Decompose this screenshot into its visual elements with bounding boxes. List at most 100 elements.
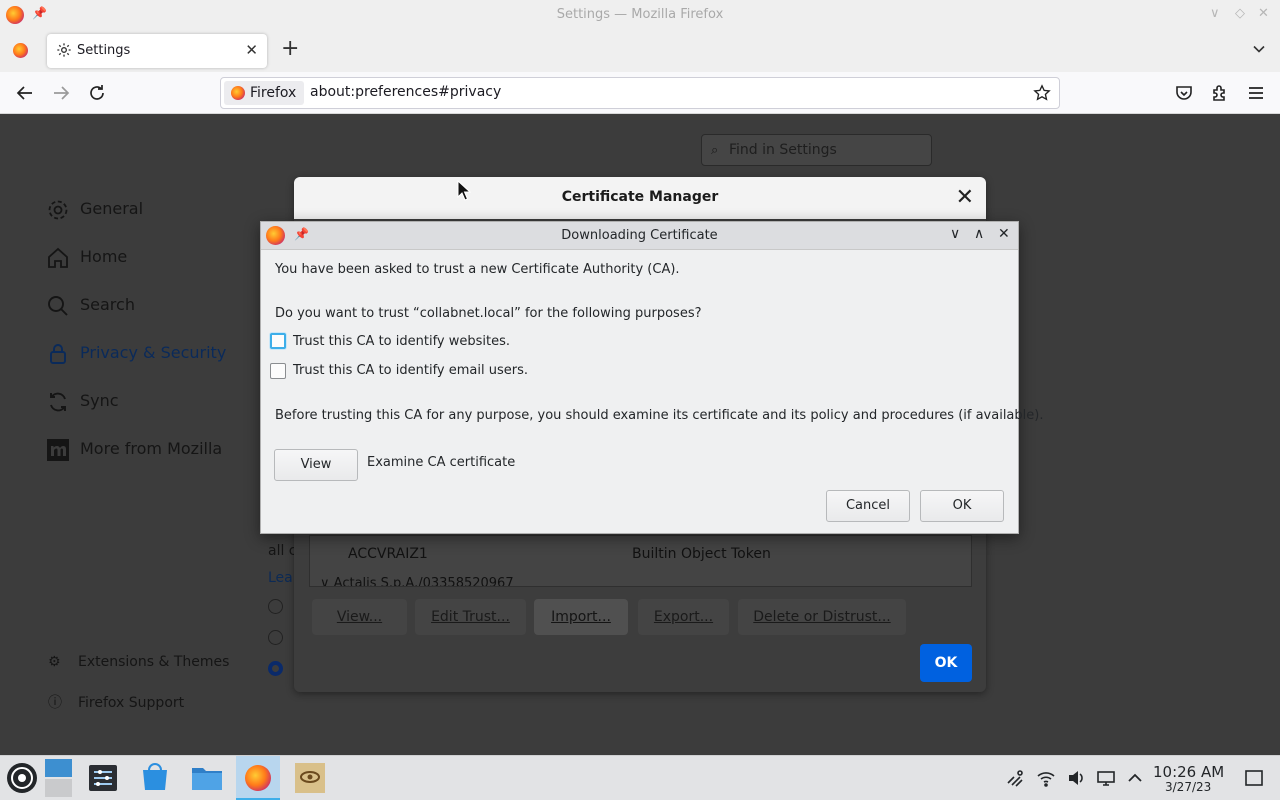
import-button[interactable]: Import... bbox=[534, 599, 628, 635]
category-label: Search bbox=[80, 295, 135, 314]
mouse-cursor-icon bbox=[457, 180, 471, 201]
trust-email-label[interactable]: Trust this CA to identify email users. bbox=[293, 363, 528, 378]
category-label: Home bbox=[80, 247, 128, 266]
view-button[interactable]: View... bbox=[312, 599, 407, 635]
tiles-app-icon[interactable] bbox=[288, 756, 332, 800]
trust-websites-label[interactable]: Trust this CA to identify websites. bbox=[293, 334, 510, 349]
home-icon bbox=[48, 247, 68, 268]
firefox-view-icon[interactable] bbox=[13, 43, 28, 58]
reload-icon[interactable] bbox=[87, 83, 107, 103]
maximize-icon[interactable]: ∧ bbox=[974, 226, 984, 242]
chevron-up-icon[interactable] bbox=[1125, 768, 1145, 788]
help-icon: ⓘ bbox=[48, 695, 62, 711]
dialog-title: Downloading Certificate bbox=[561, 228, 718, 243]
radio-option-selected[interactable] bbox=[268, 661, 283, 676]
file-manager-icon[interactable] bbox=[185, 756, 229, 800]
dialog-header: Certificate Manager ✕ bbox=[294, 177, 986, 219]
edit-trust-button[interactable]: Edit Trust... bbox=[415, 599, 526, 635]
find-placeholder: Find in Settings bbox=[729, 142, 837, 158]
cert-name[interactable]: ACCVRAIZ1 bbox=[348, 546, 428, 562]
firefox-icon bbox=[245, 765, 271, 791]
dialog-title: Certificate Manager bbox=[561, 189, 719, 205]
firefox-task[interactable] bbox=[236, 756, 280, 800]
find-in-settings-input[interactable]: ⌕ Find in Settings bbox=[701, 134, 932, 166]
footer-link-label: Firefox Support bbox=[78, 695, 185, 711]
back-icon[interactable] bbox=[15, 83, 35, 103]
firefox-icon bbox=[231, 86, 245, 100]
partial-learn-link[interactable]: Lea bbox=[268, 570, 293, 586]
downloading-certificate-dialog: 📌 Downloading Certificate ∨ ∧ ✕ You have… bbox=[260, 221, 1043, 534]
cert-group-name: Actalis S.p.A./03358520967 bbox=[333, 576, 514, 587]
cert-group-row[interactable]: ∨ Actalis S.p.A./03358520967 bbox=[320, 576, 514, 587]
taskbar: 10:26 AM 3/27/23 bbox=[0, 755, 1280, 800]
extensions-themes-link[interactable]: ⚙ Extensions & Themes bbox=[48, 654, 229, 670]
window-title: Settings — Mozilla Firefox bbox=[556, 7, 724, 22]
tab-label: Settings bbox=[77, 43, 131, 58]
forward-icon[interactable] bbox=[51, 83, 71, 103]
advice-text: Before trusting this CA for any purpose,… bbox=[275, 408, 1044, 423]
menu-icon[interactable] bbox=[1246, 83, 1266, 103]
gear-icon bbox=[48, 200, 68, 220]
view-description: Examine CA certificate bbox=[367, 455, 516, 470]
category-label: Privacy & Security bbox=[80, 343, 227, 362]
application-launcher-icon[interactable] bbox=[0, 756, 44, 800]
nav-bar: Firefox about:preferences#privacy bbox=[0, 72, 1280, 114]
pocket-icon[interactable] bbox=[1174, 83, 1194, 103]
close-tab-icon[interactable]: ✕ bbox=[245, 41, 258, 59]
mozilla-icon bbox=[47, 439, 69, 461]
firefox-support-link[interactable]: ⓘ Firefox Support bbox=[48, 692, 184, 712]
lock-icon bbox=[50, 344, 66, 364]
identity-label: Firefox bbox=[250, 85, 297, 101]
sync-icon bbox=[50, 392, 66, 412]
trust-email-checkbox[interactable] bbox=[270, 363, 286, 379]
puzzle-icon: ⚙ bbox=[48, 654, 61, 670]
trust-websites-checkbox[interactable] bbox=[270, 333, 286, 349]
delete-distrust-button[interactable]: Delete or Distrust... bbox=[738, 599, 906, 635]
footer-link-label: Extensions & Themes bbox=[78, 654, 230, 670]
new-tab-button[interactable]: + bbox=[281, 38, 299, 60]
clock-time[interactable]: 10:26 AM bbox=[1153, 763, 1224, 781]
chevron-down-icon[interactable] bbox=[1252, 42, 1266, 56]
identity-box[interactable]: Firefox bbox=[224, 81, 305, 105]
maximize-icon[interactable]: ◇ bbox=[1235, 6, 1245, 21]
partial-text: all c bbox=[268, 543, 297, 559]
volume-tray-icon[interactable] bbox=[1066, 768, 1086, 788]
category-label: General bbox=[80, 199, 144, 218]
show-desktop-icon[interactable] bbox=[1244, 768, 1264, 788]
question-text: Do you want to trust “collabnet.local” f… bbox=[275, 306, 702, 321]
close-icon[interactable]: ✕ bbox=[956, 185, 974, 210]
minimize-icon[interactable]: ∨ bbox=[1210, 6, 1220, 21]
bookmark-star-icon[interactable] bbox=[1033, 84, 1051, 102]
radio-option[interactable] bbox=[268, 599, 283, 614]
export-button[interactable]: Export... bbox=[638, 599, 729, 635]
close-window-icon[interactable]: ✕ bbox=[1258, 6, 1269, 21]
system-settings-icon[interactable] bbox=[81, 756, 125, 800]
intro-text: You have been asked to trust a new Certi… bbox=[275, 262, 680, 277]
radio-option[interactable] bbox=[268, 630, 283, 645]
search-icon: ⌕ bbox=[711, 143, 719, 158]
minimize-icon[interactable]: ∨ bbox=[950, 226, 960, 242]
url-text[interactable]: about:preferences#privacy bbox=[310, 84, 501, 100]
window-titlebar: 📌 Settings — Mozilla Firefox ∨ ◇ ✕ bbox=[0, 0, 1280, 30]
category-label: More from Mozilla bbox=[80, 439, 223, 458]
tab-settings[interactable]: Settings ✕ bbox=[47, 34, 267, 68]
clock-date[interactable]: 3/27/23 bbox=[1165, 780, 1211, 794]
extensions-icon[interactable] bbox=[1210, 83, 1230, 103]
display-tray-icon[interactable] bbox=[1096, 768, 1116, 788]
desktop-pager-icon[interactable] bbox=[40, 756, 78, 800]
category-label: Sync bbox=[80, 391, 119, 410]
ok-button[interactable]: OK bbox=[920, 490, 1004, 522]
wifi-tray-icon[interactable] bbox=[1036, 768, 1056, 788]
search-icon bbox=[48, 296, 68, 316]
url-bar[interactable]: Firefox about:preferences#privacy bbox=[220, 77, 1060, 109]
cancel-button[interactable]: Cancel bbox=[826, 490, 910, 522]
tab-strip: Settings ✕ + bbox=[0, 30, 1280, 72]
view-certificate-button[interactable]: View bbox=[274, 449, 358, 481]
certificate-list[interactable]: ACCVRAIZ1 Builtin Object Token ∨ Actalis… bbox=[309, 535, 972, 587]
cert-manager-ok-button[interactable]: OK bbox=[920, 644, 972, 682]
discover-store-icon[interactable] bbox=[133, 756, 177, 800]
network-tray-icon[interactable] bbox=[1005, 768, 1025, 788]
gear-icon bbox=[57, 43, 71, 57]
close-icon[interactable]: ✕ bbox=[998, 226, 1010, 242]
cert-device: Builtin Object Token bbox=[632, 546, 771, 562]
